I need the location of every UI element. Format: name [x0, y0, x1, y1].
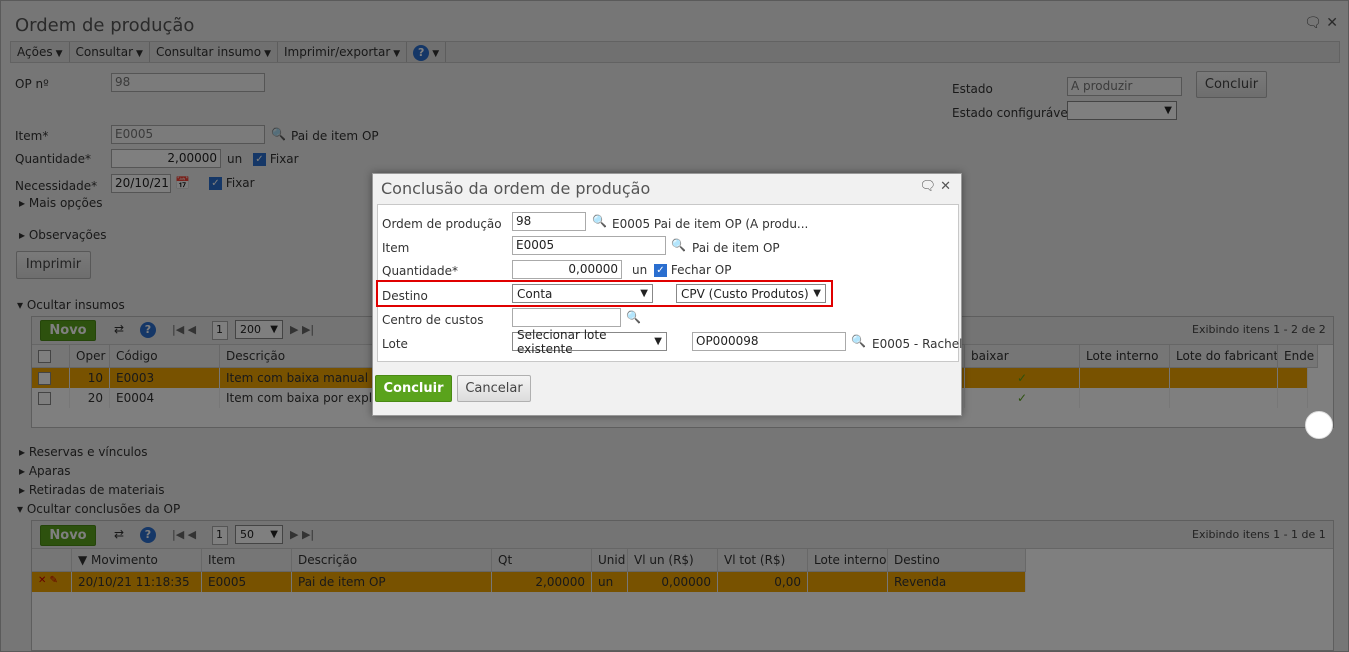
- destino-select[interactable]: Conta ▼: [512, 284, 653, 303]
- dlg-op-label: Ordem de produção: [382, 217, 502, 231]
- dlg-op-field[interactable]: 98: [512, 212, 586, 231]
- dlg-cc-label: Centro de custos: [382, 313, 484, 327]
- lote-desc: E0005 - Rachel: [872, 337, 963, 351]
- dialog-form: Ordem de produção 98 🔍 E0005 Pai de item…: [376, 204, 963, 362]
- search-icon[interactable]: 🔍: [592, 214, 607, 228]
- search-icon[interactable]: 🔍: [851, 334, 866, 348]
- dlg-op-desc: E0005 Pai de item OP (A produ...: [612, 217, 809, 231]
- search-icon[interactable]: 🔍: [626, 310, 641, 324]
- dlg-qtd-field[interactable]: 0,00000: [512, 260, 622, 279]
- lote-select[interactable]: Selecionar lote existente ▼: [512, 328, 667, 356]
- lote-field[interactable]: OP000098: [692, 332, 846, 351]
- dialog-title: Conclusão da ordem de produção: [381, 179, 651, 198]
- cancelar-button[interactable]: Cancelar: [457, 375, 531, 402]
- dlg-item-field[interactable]: E0005: [512, 236, 666, 255]
- dlg-lote-label: Lote: [382, 337, 408, 351]
- dlg-item-label: Item: [382, 241, 410, 255]
- destino-conta-select[interactable]: CPV (Custo Produtos) ▼: [676, 284, 826, 303]
- chat-icon[interactable]: 🗨: [919, 179, 936, 194]
- close-icon[interactable]: ✕: [940, 179, 951, 194]
- clickup-icon[interactable]: [1305, 411, 1333, 439]
- dlg-destino-label: Destino: [382, 289, 428, 303]
- dlg-cc-field[interactable]: [512, 308, 621, 327]
- fechar-op-checkbox[interactable]: ✓ Fechar OP: [654, 263, 731, 277]
- dlg-qtd-label: Quantidade*: [382, 264, 459, 278]
- dlg-qtd-unit: un: [632, 263, 648, 277]
- concluir-button[interactable]: Concluir: [375, 375, 452, 402]
- conclusao-dialog: Conclusão da ordem de produção 🗨 ✕ Ordem…: [372, 173, 962, 416]
- dlg-item-desc: Pai de item OP: [692, 241, 780, 255]
- search-icon[interactable]: 🔍: [671, 238, 686, 252]
- dialog-controls: 🗨 ✕: [919, 179, 951, 194]
